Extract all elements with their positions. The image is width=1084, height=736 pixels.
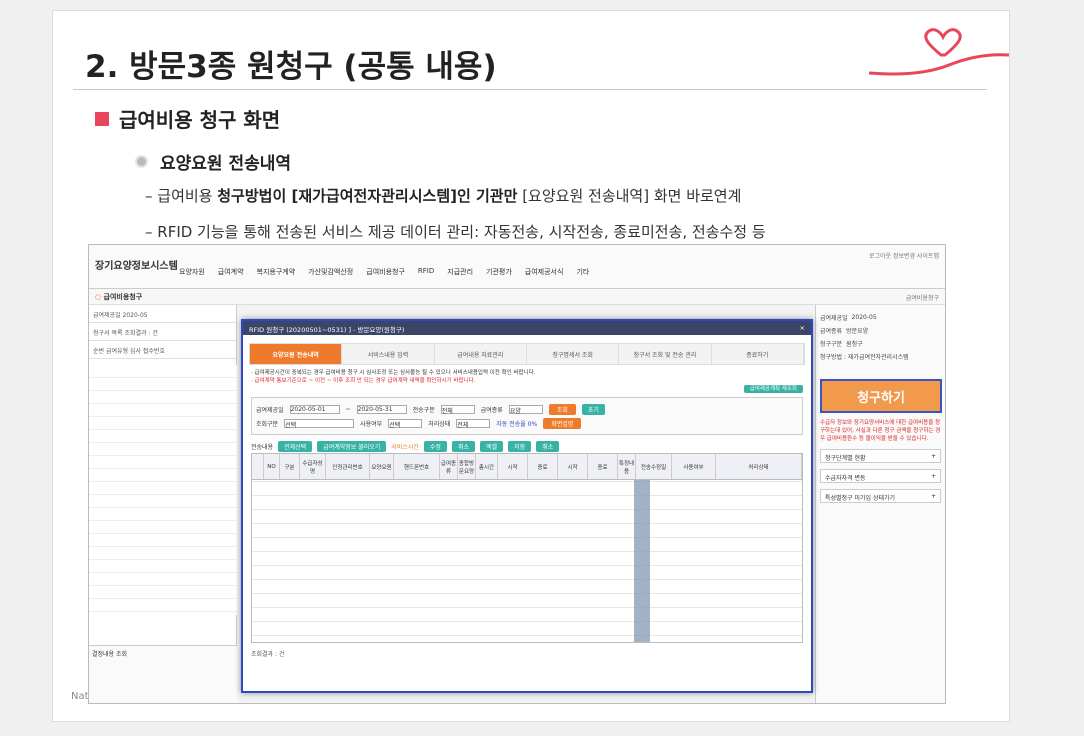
status-select[interactable]: 전체: [456, 418, 491, 429]
app-breadcrumb: 급여비용청구: [905, 295, 939, 302]
bullet-claim-method: – 급여비용 청구방법이 [재가급여전자관리시스템]인 기관만 [요양요원 전송…: [145, 187, 742, 205]
left-grid: [89, 365, 237, 615]
nav-item[interactable]: 급여제공서식: [525, 267, 564, 277]
accordion-eligibility[interactable]: 수급자자격 변동 +: [820, 469, 941, 483]
title-divider: [73, 89, 987, 90]
claim-warning: 수급자 정보와 장기요양서비스에 대한 급여비용을 청구하는데 있어, 사실과 …: [820, 420, 941, 442]
plus-icon: +: [930, 453, 936, 460]
page-title: 2. 방문3종 원청구 (공통 내용): [85, 49, 497, 85]
nav-item[interactable]: 급여비용청구: [366, 267, 405, 277]
nav-item[interactable]: 급여계약: [218, 267, 244, 277]
table-toolbar: 전송내용 전체선택 급여계약정보 불러오기 서비스시간 수정 취소 엑셀 저장 …: [251, 439, 803, 453]
result-count: 조회결과 : 건: [251, 651, 285, 658]
load-contract-button[interactable]: 급여계약정보 불러오기: [317, 440, 387, 452]
claim-method-text: 청구방법 : 재가급여전자관리시스템: [820, 354, 909, 361]
left-list-title: 청구서 목록 조회결과 : 건: [89, 323, 236, 341]
table-header: NO 구분 수급자성명 인정관리번호 요양요원 핸드폰번호 급여종류 종합방문요…: [252, 454, 802, 480]
rfid-modal: RFID 원청구 (20200501~0531) ] - 방문요양(원청구) ×…: [241, 319, 813, 693]
step-service-input[interactable]: 서비스내용 입력: [342, 344, 435, 364]
left-filter[interactable]: 급여제공일 2020-05: [89, 305, 236, 323]
app-header: 장기요양정보시스템 로그아웃 정보변경 사이트맵 요양자원 급여계약 복지용구계…: [89, 245, 945, 289]
cancel-button[interactable]: 취소: [451, 440, 475, 452]
square-bullet-icon: [95, 111, 109, 126]
circle-bullet-icon: [135, 155, 148, 168]
help-button[interactable]: 화면설명: [543, 417, 582, 429]
nav-item[interactable]: 가산및감액산정: [308, 267, 353, 277]
plus-icon: +: [930, 493, 936, 500]
provision-date-field[interactable]: 급여제공일 2020-05: [820, 313, 941, 322]
recipient-select[interactable]: 선택: [284, 418, 355, 429]
excel-button[interactable]: 엑셀: [480, 440, 504, 452]
modal-titlebar: RFID 원청구 (20200501~0531) ] - 방문요양(원청구) ×: [243, 321, 811, 335]
select-all-button[interactable]: 전체선택: [278, 440, 313, 452]
app-logo: 장기요양정보시스템: [95, 261, 178, 272]
accordion-claim-status[interactable]: 청구단계별 현황 +: [820, 449, 941, 463]
app-screenshot: 장기요양정보시스템 로그아웃 정보변경 사이트맵 요양자원 급여계약 복지용구계…: [88, 244, 946, 704]
step-benefit-data[interactable]: 급여내용 자료관리: [435, 344, 527, 364]
step-finish[interactable]: 종료하기: [712, 344, 804, 364]
left-list-header: 순번 급여유형 심사 접수번호: [89, 341, 236, 359]
notice-text: · 급여제공시간이 중복되는 경우 급여비용 청구 시 심사조정 또는 심사불능…: [251, 369, 803, 393]
nav-item[interactable]: 복지용구계약: [257, 267, 296, 277]
table-title: 전송내용: [251, 443, 274, 451]
heart-ribbon-logo: [869, 28, 1009, 76]
highlight-column: [634, 480, 650, 642]
claim-list-panel: 급여제공일 2020-05 청구서 목록 조회결과 : 건 순번 급여유형 심사…: [89, 305, 237, 703]
claim-type-field[interactable]: 청구구분 원청구: [820, 339, 941, 348]
reload-plan-button[interactable]: 급여제공계획 재조회: [743, 385, 803, 393]
nav-item[interactable]: 기관평가: [486, 267, 512, 277]
filter-box: 급여제공일 2020-05-01 ~ 2020-05-31 전송구분 전체 급여종…: [251, 397, 803, 435]
nav-item[interactable]: 요양자원: [179, 267, 205, 277]
date-from-input[interactable]: 2020-05-01: [289, 404, 340, 414]
claim-button[interactable]: 청구하기: [820, 379, 942, 413]
service-time-label: 서비스시간: [391, 443, 419, 451]
nav-item[interactable]: 기타: [576, 267, 589, 277]
step-caregiver-transfer[interactable]: 요양요원 전송내역: [250, 344, 343, 364]
benefit-type-field[interactable]: 급여종류 방문요양: [820, 326, 941, 335]
transfer-table: NO 구분 수급자성명 인정관리번호 요양요원 핸드폰번호 급여종류 종합방문요…: [251, 453, 803, 643]
nav-item[interactable]: RFID: [418, 267, 434, 277]
auto-transfer-rate: 자동 전송율 0%: [496, 420, 538, 428]
save-button[interactable]: 저장: [508, 440, 532, 452]
section-heading: 급여비용 청구 화면: [95, 104, 280, 133]
app-page-title: 급여비용청구: [95, 292, 143, 302]
reset-button[interactable]: 초기: [581, 403, 605, 415]
date-to-input[interactable]: 2020-05-31: [356, 404, 407, 414]
claim-side-panel: 급여제공일 2020-05 급여종류 방문요양 청구구분 원청구 청구방법 : 재가급…: [815, 305, 945, 703]
step-indicator: 요양요원 전송내역 서비스내용 입력 급여내용 자료관리 청구명세서 조회 청구…: [249, 343, 805, 365]
decision-panel: 결정내용 조회: [89, 645, 237, 703]
subsection-heading: 요양요원 전송내역: [135, 149, 291, 174]
app-subheader: 급여비용청구 급여비용청구: [89, 289, 945, 305]
main-nav: 요양자원 급여계약 복지용구계약 가산및감액산정 급여비용청구 RFID 지급관…: [179, 267, 589, 277]
cancel2-button[interactable]: 취소: [536, 440, 560, 452]
search-button[interactable]: 조회: [548, 403, 576, 415]
edit-button[interactable]: 수정: [423, 440, 447, 452]
step-statement[interactable]: 청구명세서 조회: [527, 344, 620, 364]
accordion-special[interactable]: 특성별청구 미가입 상태가기 +: [820, 489, 941, 503]
use-select[interactable]: 선택: [388, 418, 423, 429]
benefit-type-select[interactable]: 요양: [508, 404, 543, 415]
step-claim-send[interactable]: 청구서 조회 및 전송 관리: [619, 344, 712, 364]
top-links[interactable]: 로그아웃 정보변경 사이트맵: [869, 251, 939, 260]
send-type-select[interactable]: 전체: [440, 404, 475, 415]
bullet-rfid: – RFID 기능을 통해 전송된 서비스 제공 데이터 관리: 자동전송, 시…: [145, 223, 766, 241]
close-icon[interactable]: ×: [800, 324, 805, 332]
plus-icon: +: [930, 473, 936, 480]
nav-item[interactable]: 지급관리: [447, 267, 473, 277]
